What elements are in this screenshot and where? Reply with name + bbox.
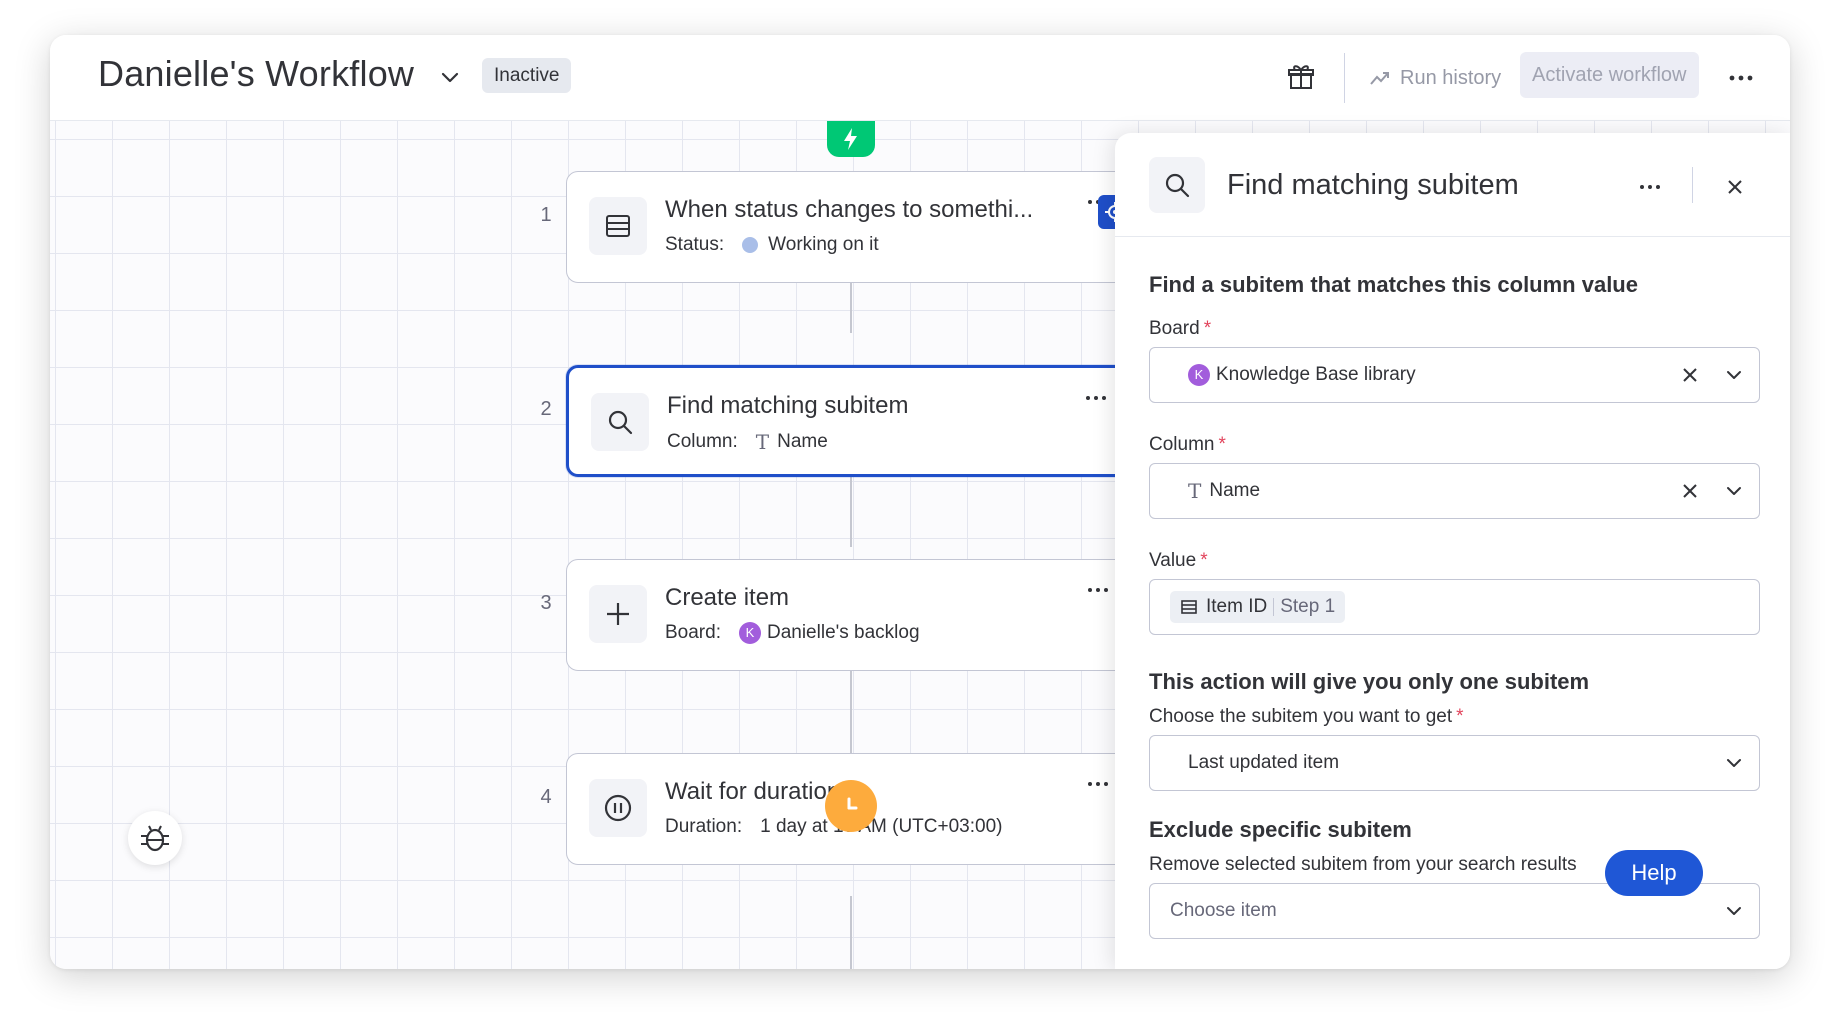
chevron-down-icon[interactable] xyxy=(1723,480,1745,502)
column-label: Column * xyxy=(1149,434,1226,456)
connector-line xyxy=(850,896,852,969)
step-number: 1 xyxy=(540,204,552,226)
workflow-window: 1 When status changes to somethi... Stat… xyxy=(50,35,1790,969)
table-icon xyxy=(1181,600,1197,614)
board-label: Board * xyxy=(1149,318,1211,340)
column-name: Name xyxy=(1209,480,1261,501)
step-number: 3 xyxy=(540,592,552,614)
section-title: Exclude specific subitem xyxy=(1149,817,1412,842)
step-number: 2 xyxy=(540,398,552,420)
table-icon xyxy=(589,197,647,255)
more-icon[interactable] xyxy=(1083,772,1113,796)
workflow-step-find-subitem[interactable]: Find matching subitem Column: T Name xyxy=(566,365,1166,477)
board-badge: K xyxy=(1188,364,1210,386)
chevron-down-icon[interactable] xyxy=(438,65,462,89)
text-type-icon: T xyxy=(755,430,770,454)
clear-icon[interactable] xyxy=(1679,480,1701,502)
step-subtitle: Column: T Name xyxy=(667,430,828,454)
bug-icon[interactable] xyxy=(128,811,182,865)
text-type-icon: T xyxy=(1188,479,1202,503)
panel-divider xyxy=(1692,167,1693,203)
choose-label-text: Choose the subitem you want to get xyxy=(1149,706,1453,727)
token-step: Step 1 xyxy=(1280,596,1336,617)
step-sub-label: Status: xyxy=(665,234,725,255)
step-title: Wait for duration xyxy=(665,778,841,805)
exclude-placeholder: Choose item xyxy=(1170,900,1277,921)
header-divider xyxy=(1344,53,1345,103)
workflow-title[interactable]: Danielle's Workflow xyxy=(98,53,414,95)
gift-icon[interactable] xyxy=(1286,62,1316,92)
trend-icon xyxy=(1370,72,1389,85)
workflow-step-trigger[interactable]: When status changes to somethi... Status… xyxy=(566,171,1166,283)
step-title: When status changes to somethi... xyxy=(665,196,1034,223)
board-select-value: K Knowledge Base library xyxy=(1188,364,1416,386)
column-select[interactable]: T Name xyxy=(1149,463,1760,519)
step-sub-label: Duration: xyxy=(665,816,743,837)
exclude-label: Remove selected subitem from your search… xyxy=(1149,854,1577,875)
required-marker: * xyxy=(1218,434,1226,455)
value-label: Value * xyxy=(1149,550,1208,572)
panel-title: Find matching subitem xyxy=(1227,169,1519,201)
step-sub-value: Working on it xyxy=(768,234,879,255)
help-button[interactable]: Help xyxy=(1605,850,1703,896)
more-icon[interactable] xyxy=(1083,578,1113,602)
step-sub-value: Danielle's backlog xyxy=(766,622,920,643)
board-select[interactable]: K Knowledge Base library xyxy=(1149,347,1760,403)
step-subtitle: Status: Working on it xyxy=(665,234,879,256)
step-title: Create item xyxy=(665,584,790,611)
required-marker: * xyxy=(1203,318,1212,339)
required-marker: * xyxy=(1456,706,1464,727)
token-separator xyxy=(1273,598,1275,616)
more-icon[interactable] xyxy=(1081,386,1111,410)
close-icon[interactable] xyxy=(1721,173,1749,201)
section-title: Find a subitem that matches this column … xyxy=(1149,272,1638,297)
activate-workflow-button[interactable]: Activate workflow xyxy=(1520,52,1699,98)
step-sub-value: Name xyxy=(777,431,828,452)
more-icon[interactable] xyxy=(1726,63,1756,93)
plus-icon xyxy=(589,585,647,643)
step-settings-panel: Find matching subitem Find a subitem tha… xyxy=(1115,133,1790,969)
column-select-value: T Name xyxy=(1188,479,1260,503)
step-sub-label: Column: xyxy=(667,431,738,452)
chevron-down-icon[interactable] xyxy=(1723,364,1745,386)
step-title: Find matching subitem xyxy=(667,392,909,419)
workflow-step-create-item[interactable]: Create item Board: K Danielle's backlog xyxy=(566,559,1166,671)
value-label-text: Value xyxy=(1149,550,1197,571)
search-icon xyxy=(591,393,649,451)
status-badge: Inactive xyxy=(482,58,572,93)
more-icon[interactable] xyxy=(1635,175,1665,199)
choose-select-value: Last updated item xyxy=(1188,752,1340,773)
step-sub-value: 1 day at 10 AM (UTC+03:00) xyxy=(760,816,1003,837)
status-dot xyxy=(742,237,759,253)
lightning-icon xyxy=(827,121,875,157)
section-title: This action will give you only one subit… xyxy=(1149,669,1590,694)
search-icon xyxy=(1149,157,1205,213)
step-subtitle: Board: K Danielle's backlog xyxy=(665,622,920,644)
clock-icon xyxy=(825,780,877,832)
run-history-button[interactable]: Run history xyxy=(1368,61,1501,95)
run-history-label: Run history xyxy=(1400,66,1502,89)
required-marker: * xyxy=(1200,550,1208,571)
pause-icon xyxy=(589,779,647,837)
choose-label: Choose the subitem you want to get * xyxy=(1149,706,1464,728)
column-label-text: Column xyxy=(1149,434,1215,455)
board-name: Knowledge Base library xyxy=(1216,364,1416,385)
value-input[interactable]: Item ID Step 1 xyxy=(1149,579,1760,635)
clear-icon[interactable] xyxy=(1679,364,1701,386)
step-number: 4 xyxy=(540,786,552,808)
step-sub-label: Board: xyxy=(665,622,721,643)
token-field: Item ID xyxy=(1206,596,1268,617)
choose-subitem-select[interactable]: Last updated item xyxy=(1149,735,1760,791)
value-token[interactable]: Item ID Step 1 xyxy=(1170,591,1346,623)
chevron-down-icon[interactable] xyxy=(1723,752,1745,774)
panel-header: Find matching subitem xyxy=(1115,133,1790,237)
top-header: Danielle's Workflow Inactive Run history… xyxy=(50,35,1790,121)
chevron-down-icon[interactable] xyxy=(1723,900,1745,922)
board-label-text: Board xyxy=(1149,318,1200,339)
board-badge: K xyxy=(738,622,761,644)
